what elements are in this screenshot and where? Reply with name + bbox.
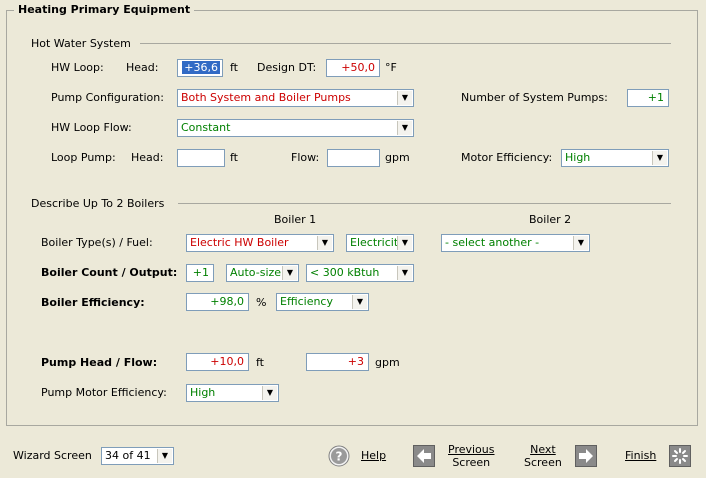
design-dt-unit: °F [385,61,397,74]
eff-type-value: Efficiency [280,295,333,308]
pump-motor-eff-value: High [190,386,216,399]
pump-motor-eff-label: Pump Motor Efficiency: [41,386,167,399]
pump-flow-unit: gpm [375,356,400,369]
head-value: +36,6 [182,61,220,74]
pump-config-select[interactable]: Both System and Boiler Pumps ▼ [177,89,414,107]
hw-section-rule [140,43,671,44]
autosize-value: Auto-size [230,266,282,279]
flow-unit: gpm [385,151,410,164]
wizard-screen-label: Wizard Screen [13,449,92,462]
boiler2-value: - select another - [445,236,540,249]
loop-pump-flow-input[interactable] [327,149,380,167]
chevron-down-icon: ▼ [157,449,172,463]
boiler-count-label: Boiler Count / Output: [41,266,178,279]
chevron-down-icon: ▼ [397,121,412,135]
previous-arrow-icon[interactable] [413,445,435,467]
help-link[interactable]: Help [361,449,386,463]
pump-head-input[interactable]: +10,0 [186,353,249,371]
pump-head-flow-label: Pump Head / Flow: [41,356,158,369]
previous-screen-button[interactable]: Previous Screen [448,443,495,469]
boiler-eff-unit: % [256,296,267,309]
boiler2-select[interactable]: - select another - ▼ [441,234,590,252]
hw-loop-label: HW Loop: [51,61,104,74]
next-arrow-icon[interactable] [575,445,597,467]
boiler-fuel-value: Electricit [350,236,399,249]
loop-pump-head-label: Head: [131,151,164,164]
loop-pump-head-input[interactable] [177,149,225,167]
pump-motor-eff-select[interactable]: High ▼ [186,384,279,402]
design-dt-input[interactable]: +50,0 [326,59,380,77]
boiler-output-select[interactable]: < 300 kBtuh ▼ [306,264,414,282]
motor-eff-select[interactable]: High ▼ [561,149,669,167]
next-screen-button[interactable]: Next Screen [524,443,562,469]
boiler-eff-input[interactable]: +98,0 [186,293,249,311]
next-line2: Screen [524,456,562,469]
head-unit: ft [230,61,238,74]
boiler-output-value: < 300 kBtuh [310,266,380,279]
pump-head-unit: ft [256,356,264,369]
flow-label: Flow: [291,151,320,164]
boiler-type-label: Boiler Type(s) / Fuel: [41,236,153,249]
wizard-screen-select[interactable]: 34 of 41 ▼ [101,447,174,465]
help-icon[interactable]: ? [328,445,350,467]
chevron-down-icon: ▼ [397,266,412,280]
chevron-down-icon: ▼ [397,236,412,250]
finish-button[interactable]: Finish [625,449,656,463]
chevron-down-icon: ▼ [352,295,367,309]
svg-text:?: ? [336,450,343,464]
num-pumps-input[interactable]: +1 [627,89,669,107]
chevron-down-icon: ▼ [652,151,667,165]
loop-flow-select[interactable]: Constant ▼ [177,119,414,137]
previous-line1: Previous [448,443,495,456]
hw-section-title: Hot Water System [31,37,131,50]
finish-icon[interactable] [669,445,691,467]
previous-line2: Screen [452,456,491,469]
boiler2-header: Boiler 2 [529,213,572,226]
boiler-section-title: Describe Up To 2 Boilers [31,197,165,210]
head-input[interactable]: +36,6 [177,59,223,77]
design-dt-label: Design DT: [257,61,317,74]
pump-flow-input[interactable]: +3 [306,353,369,371]
boiler-section-rule [178,203,671,204]
wizard-screen-value: 34 of 41 [105,449,151,462]
boiler-count-input[interactable]: +1 [186,264,214,282]
chevron-down-icon: ▼ [397,91,412,105]
motor-eff-value: High [565,151,591,164]
next-line1: Next [530,443,556,456]
boiler-type-select[interactable]: Electric HW Boiler ▼ [186,234,334,252]
pump-config-label: Pump Configuration: [51,91,164,104]
chevron-down-icon: ▼ [573,236,588,250]
chevron-down-icon: ▼ [282,266,297,280]
boiler-fuel-select[interactable]: Electricit ▼ [346,234,414,252]
num-pumps-label: Number of System Pumps: [461,91,608,104]
loop-pump-label: Loop Pump: [51,151,116,164]
chevron-down-icon: ▼ [317,236,332,250]
motor-eff-label: Motor Efficiency: [461,151,553,164]
chevron-down-icon: ▼ [262,386,277,400]
loop-flow-value: Constant [181,121,231,134]
loop-pump-head-unit: ft [230,151,238,164]
frame-title: Heating Primary Equipment [14,3,195,16]
boiler1-header: Boiler 1 [274,213,317,226]
head-label: Head: [126,61,159,74]
eff-type-select[interactable]: Efficiency ▼ [276,293,369,311]
autosize-select[interactable]: Auto-size ▼ [226,264,299,282]
pump-config-value: Both System and Boiler Pumps [181,91,351,104]
boiler-eff-label: Boiler Efficiency: [41,296,145,309]
loop-flow-label: HW Loop Flow: [51,121,132,134]
boiler-type-value: Electric HW Boiler [190,236,289,249]
